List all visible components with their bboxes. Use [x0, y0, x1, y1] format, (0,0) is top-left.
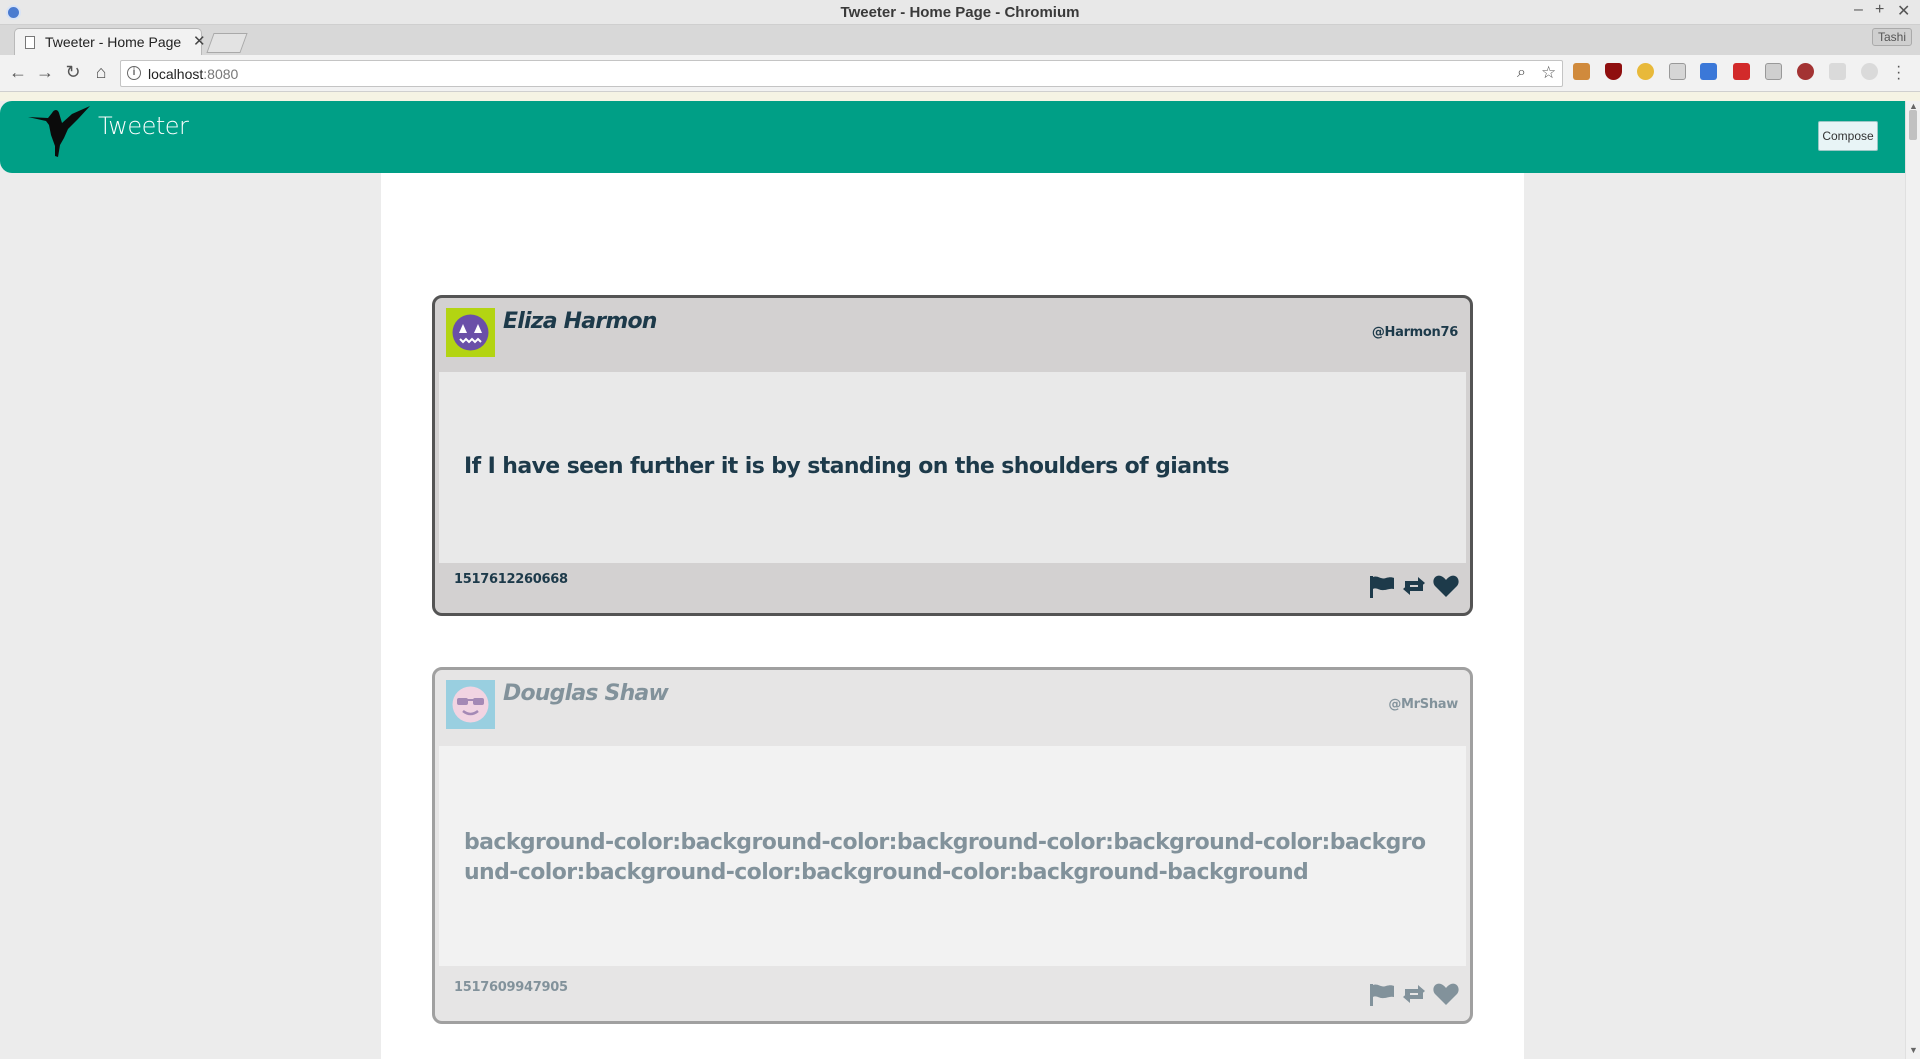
heart-icon[interactable] [1432, 981, 1460, 1007]
tweet-card: Douglas Shaw @MrShaw background-color:ba… [432, 667, 1473, 1024]
minimize-icon[interactable]: – [1854, 1, 1863, 19]
tweet-actions [1368, 981, 1460, 1007]
tweet-feed: Eliza Harmon @Harmon76 If I have seen fu… [381, 173, 1524, 1059]
tweet-actions [1368, 573, 1460, 599]
tab-title: Tweeter - Home Page [45, 34, 182, 50]
window-title: Tweeter - Home Page - Chromium [840, 4, 1080, 21]
tweet-body: background-color:background-color:backgr… [439, 746, 1466, 966]
tweet-text: background-color:background-color:backgr… [464, 830, 1426, 885]
tweet-timestamp: 1517612260668 [454, 572, 568, 587]
scrollbar-thumb[interactable] [1909, 110, 1917, 140]
new-tab-button[interactable] [206, 33, 248, 53]
reload-icon[interactable]: ↻ [61, 60, 85, 84]
tweet-body: If I have seen further it is by standing… [439, 372, 1466, 563]
tab-close-icon[interactable]: ✕ [193, 32, 206, 50]
extension-icon-4[interactable] [1669, 63, 1686, 80]
tweet-card: Eliza Harmon @Harmon76 If I have seen fu… [432, 295, 1473, 616]
extension-icon-3[interactable] [1637, 63, 1654, 80]
page-icon [25, 36, 35, 49]
compose-button[interactable]: Compose [1818, 121, 1878, 151]
retweet-icon[interactable] [1400, 573, 1428, 599]
translate-icon[interactable] [1700, 63, 1717, 80]
page-viewport: Tweeter Compose Eliza Harmon @Harmon76 I… [0, 101, 1920, 1059]
tweet-footer: 1517612260668 [435, 559, 1470, 613]
page-scrollbar[interactable]: ▲ ▼ [1905, 101, 1920, 1059]
home-icon[interactable]: ⌂ [89, 60, 113, 84]
zoom-icon[interactable]: ⌕ [1517, 64, 1526, 82]
retweet-icon[interactable] [1400, 981, 1428, 1007]
author-handle: @Harmon76 [1371, 325, 1458, 340]
extension-icon-7[interactable] [1765, 63, 1782, 80]
tab-strip: Tweeter - Home Page ✕ Tashi [0, 25, 1920, 55]
flag-icon[interactable] [1368, 981, 1396, 1007]
close-window-icon[interactable]: ✕ [1897, 1, 1910, 21]
sunglasses-face-avatar-icon[interactable] [446, 680, 495, 729]
author-handle: @MrShaw [1388, 697, 1458, 712]
menu-icon[interactable]: · · · [1896, 59, 1901, 87]
tab-home[interactable]: Tweeter - Home Page ✕ [14, 28, 206, 55]
back-icon[interactable]: ← [6, 60, 30, 84]
scroll-down-icon[interactable]: ▼ [1909, 1045, 1918, 1055]
address-bar[interactable]: i localhost:8080 ⌕ ☆ [120, 60, 1563, 87]
infobar-strip [0, 92, 1920, 101]
window-titlebar: Tweeter - Home Page - Chromium – + ✕ [0, 0, 1920, 25]
author-name: Eliza Harmon [503, 309, 657, 334]
forward-icon[interactable]: → [33, 60, 57, 84]
flag-icon[interactable] [1368, 573, 1396, 599]
hummingbird-logo-icon [28, 106, 90, 157]
extension-icon-6[interactable] [1733, 63, 1750, 80]
tweet-text: If I have seen further it is by standing… [464, 454, 1230, 479]
extension-icon-10[interactable] [1861, 63, 1878, 80]
tweet-footer: 1517609947905 [435, 967, 1470, 1021]
browser-toolbar: ← → ↻ ⌂ i localhost:8080 ⌕ ☆ · · · [0, 55, 1920, 92]
info-icon[interactable]: i [127, 66, 141, 80]
maximize-icon[interactable]: + [1875, 1, 1884, 19]
tweet-header: Eliza Harmon @Harmon76 [435, 298, 1470, 372]
author-name: Douglas Shaw [503, 681, 669, 706]
extension-icon-9[interactable] [1829, 63, 1846, 80]
purple-monster-avatar-icon[interactable] [446, 308, 495, 357]
extension-icon-8[interactable] [1797, 63, 1814, 80]
extension-icon-1[interactable] [1573, 63, 1590, 80]
url-text: localhost:8080 [148, 66, 239, 82]
profile-badge[interactable]: Tashi [1872, 28, 1912, 46]
tweet-header: Douglas Shaw @MrShaw [435, 670, 1470, 744]
ublock-icon[interactable] [1605, 63, 1622, 80]
app-navbar: Tweeter Compose [0, 101, 1905, 173]
tweet-timestamp: 1517609947905 [454, 980, 568, 995]
brand-title[interactable]: Tweeter [98, 112, 189, 140]
heart-icon[interactable] [1432, 573, 1460, 599]
bookmark-star-icon[interactable]: ☆ [1541, 63, 1556, 83]
